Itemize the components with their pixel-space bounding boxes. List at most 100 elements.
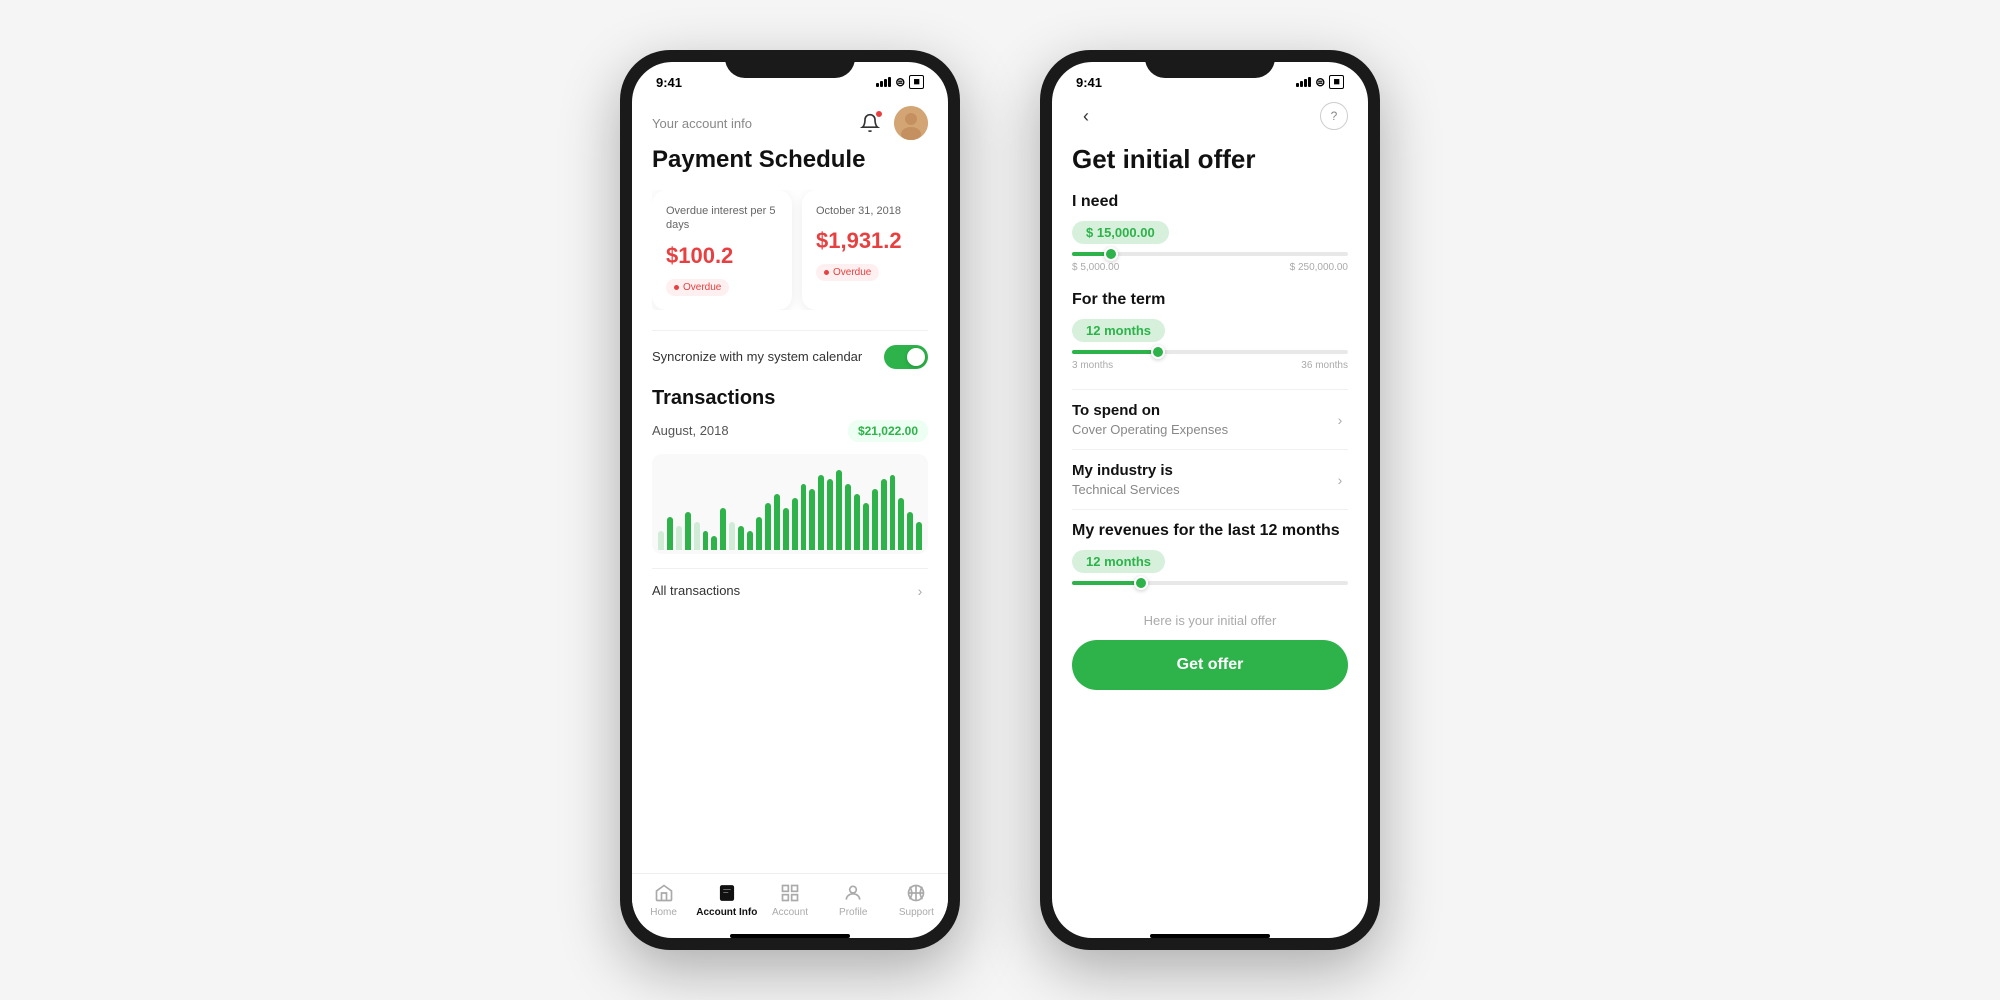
account-info-label: Your account info: [652, 116, 752, 131]
for-term-thumb: [1151, 345, 1165, 359]
signal-icon: [1296, 77, 1311, 87]
chart-bar: [747, 531, 753, 550]
sync-toggle[interactable]: [884, 345, 928, 369]
chart-bar: [792, 498, 798, 550]
chart-bar: [774, 494, 780, 550]
i-need-slider[interactable]: [1072, 252, 1348, 256]
bell-icon-button[interactable]: [854, 107, 886, 139]
revenues-thumb: [1134, 576, 1148, 590]
wifi-icon: ⊜: [895, 75, 905, 89]
transactions-title: Transactions: [652, 387, 928, 410]
status-dot: [674, 285, 679, 290]
account-info-icon: [716, 882, 738, 904]
sync-label: Syncronize with my system calendar: [652, 349, 862, 364]
nav-item-profile[interactable]: Profile: [822, 882, 885, 918]
my-industry-label: My industry is: [1072, 462, 1180, 479]
for-term-fill: [1072, 350, 1158, 354]
to-spend-left: To spend on Cover Operating Expenses: [1072, 402, 1228, 437]
nav-item-account[interactable]: Account: [758, 882, 821, 918]
transactions-header: August, 2018 $21,022.00: [652, 420, 928, 442]
payment-card-1[interactable]: October 31, 2018 $1,931.2 Overdue: [802, 190, 928, 310]
chart-bar: [818, 475, 824, 550]
get-offer-button[interactable]: Get offer: [1072, 640, 1348, 690]
for-term-range: 3 months 36 months: [1072, 360, 1348, 371]
i-need-section: I need $ 15,000.00 $ 5,000.00 $ 250,000.…: [1072, 193, 1348, 273]
chevron-right-icon: ›: [912, 583, 928, 599]
right-page-title: Get initial offer: [1072, 144, 1348, 175]
right-header: ‹ ?: [1072, 102, 1348, 130]
chart-bar: [711, 536, 717, 550]
status-badge-0: Overdue: [666, 279, 729, 296]
chart-bar: [898, 498, 904, 550]
chart-bar: [863, 503, 869, 550]
for-term-label: For the term: [1072, 291, 1348, 309]
nav-label-account-info: Account Info: [696, 907, 757, 918]
chart-bar: [676, 526, 682, 550]
nav-item-home[interactable]: Home: [632, 882, 695, 918]
nav-label-support: Support: [899, 907, 934, 918]
nav-item-support[interactable]: Support: [885, 882, 948, 918]
chart-bar: [845, 484, 851, 550]
nav-label-profile: Profile: [839, 907, 867, 918]
notification-dot: [875, 110, 883, 118]
battery-icon: ■: [909, 75, 924, 89]
transactions-amount: $21,022.00: [848, 420, 928, 442]
to-spend-row[interactable]: To spend on Cover Operating Expenses ›: [1072, 389, 1348, 449]
all-transactions-label: All transactions: [652, 583, 740, 598]
chart-bar: [694, 522, 700, 550]
nav-label-account: Account: [772, 907, 808, 918]
payment-card-0[interactable]: Overdue interest per 5 days $100.2 Overd…: [652, 190, 792, 310]
battery-icon: ■: [1329, 75, 1344, 89]
chart-bar: [827, 479, 833, 550]
chart-bar: [720, 508, 726, 550]
chart-bar: [907, 512, 913, 550]
to-spend-value: Cover Operating Expenses: [1072, 422, 1228, 437]
revenues-value: 12 months: [1072, 550, 1165, 573]
chart-bar: [729, 522, 735, 550]
chart-bar: [783, 508, 789, 550]
my-industry-left: My industry is Technical Services: [1072, 462, 1180, 497]
revenues-fill: [1072, 581, 1141, 585]
transactions-chart: [652, 454, 928, 554]
chart-bar: [809, 489, 815, 550]
chart-bar: [667, 517, 673, 550]
status-icons: ⊜ ■: [876, 75, 924, 89]
chart-bar: [916, 522, 922, 550]
revenues-slider[interactable]: [1072, 581, 1348, 585]
avatar[interactable]: [894, 106, 928, 140]
status-badge-1: Overdue: [816, 264, 879, 281]
page-title: Payment Schedule: [652, 146, 928, 174]
chart-bar: [890, 475, 896, 550]
chart-bar: [658, 531, 664, 550]
payment-cards-row: Overdue interest per 5 days $100.2 Overd…: [652, 190, 928, 310]
for-term-value: 12 months: [1072, 319, 1165, 342]
revenues-label: My revenues for the last 12 months: [1072, 522, 1348, 540]
header-icons: [854, 106, 928, 140]
chart-bar: [801, 484, 807, 550]
i-need-thumb: [1104, 247, 1118, 261]
sync-row[interactable]: Syncronize with my system calendar: [652, 330, 928, 383]
nav-item-account-info[interactable]: Account Info: [695, 882, 758, 918]
to-spend-chevron: ›: [1332, 412, 1348, 428]
status-time: 9:41: [1076, 75, 1102, 90]
for-term-slider[interactable]: [1072, 350, 1348, 354]
help-button[interactable]: ?: [1320, 102, 1348, 130]
status-time: 9:41: [656, 75, 682, 90]
profile-icon: [842, 882, 864, 904]
to-spend-label: To spend on: [1072, 402, 1228, 419]
account-header: Your account info: [652, 106, 928, 140]
chart-bar: [854, 494, 860, 550]
chart-bar: [685, 512, 691, 550]
notch: [1145, 50, 1275, 78]
status-icons: ⊜ ■: [1296, 75, 1344, 89]
chart-bar: [872, 489, 878, 550]
support-icon: [905, 882, 927, 904]
all-transactions-row[interactable]: All transactions ›: [652, 568, 928, 613]
i-need-value: $ 15,000.00: [1072, 221, 1169, 244]
my-industry-row[interactable]: My industry is Technical Services ›: [1072, 449, 1348, 509]
home-indicator: [1150, 934, 1270, 938]
i-need-range: $ 5,000.00 $ 250,000.00: [1072, 262, 1348, 273]
home-indicator: [730, 934, 850, 938]
nav-label-home: Home: [650, 907, 677, 918]
back-button[interactable]: ‹: [1072, 102, 1100, 130]
